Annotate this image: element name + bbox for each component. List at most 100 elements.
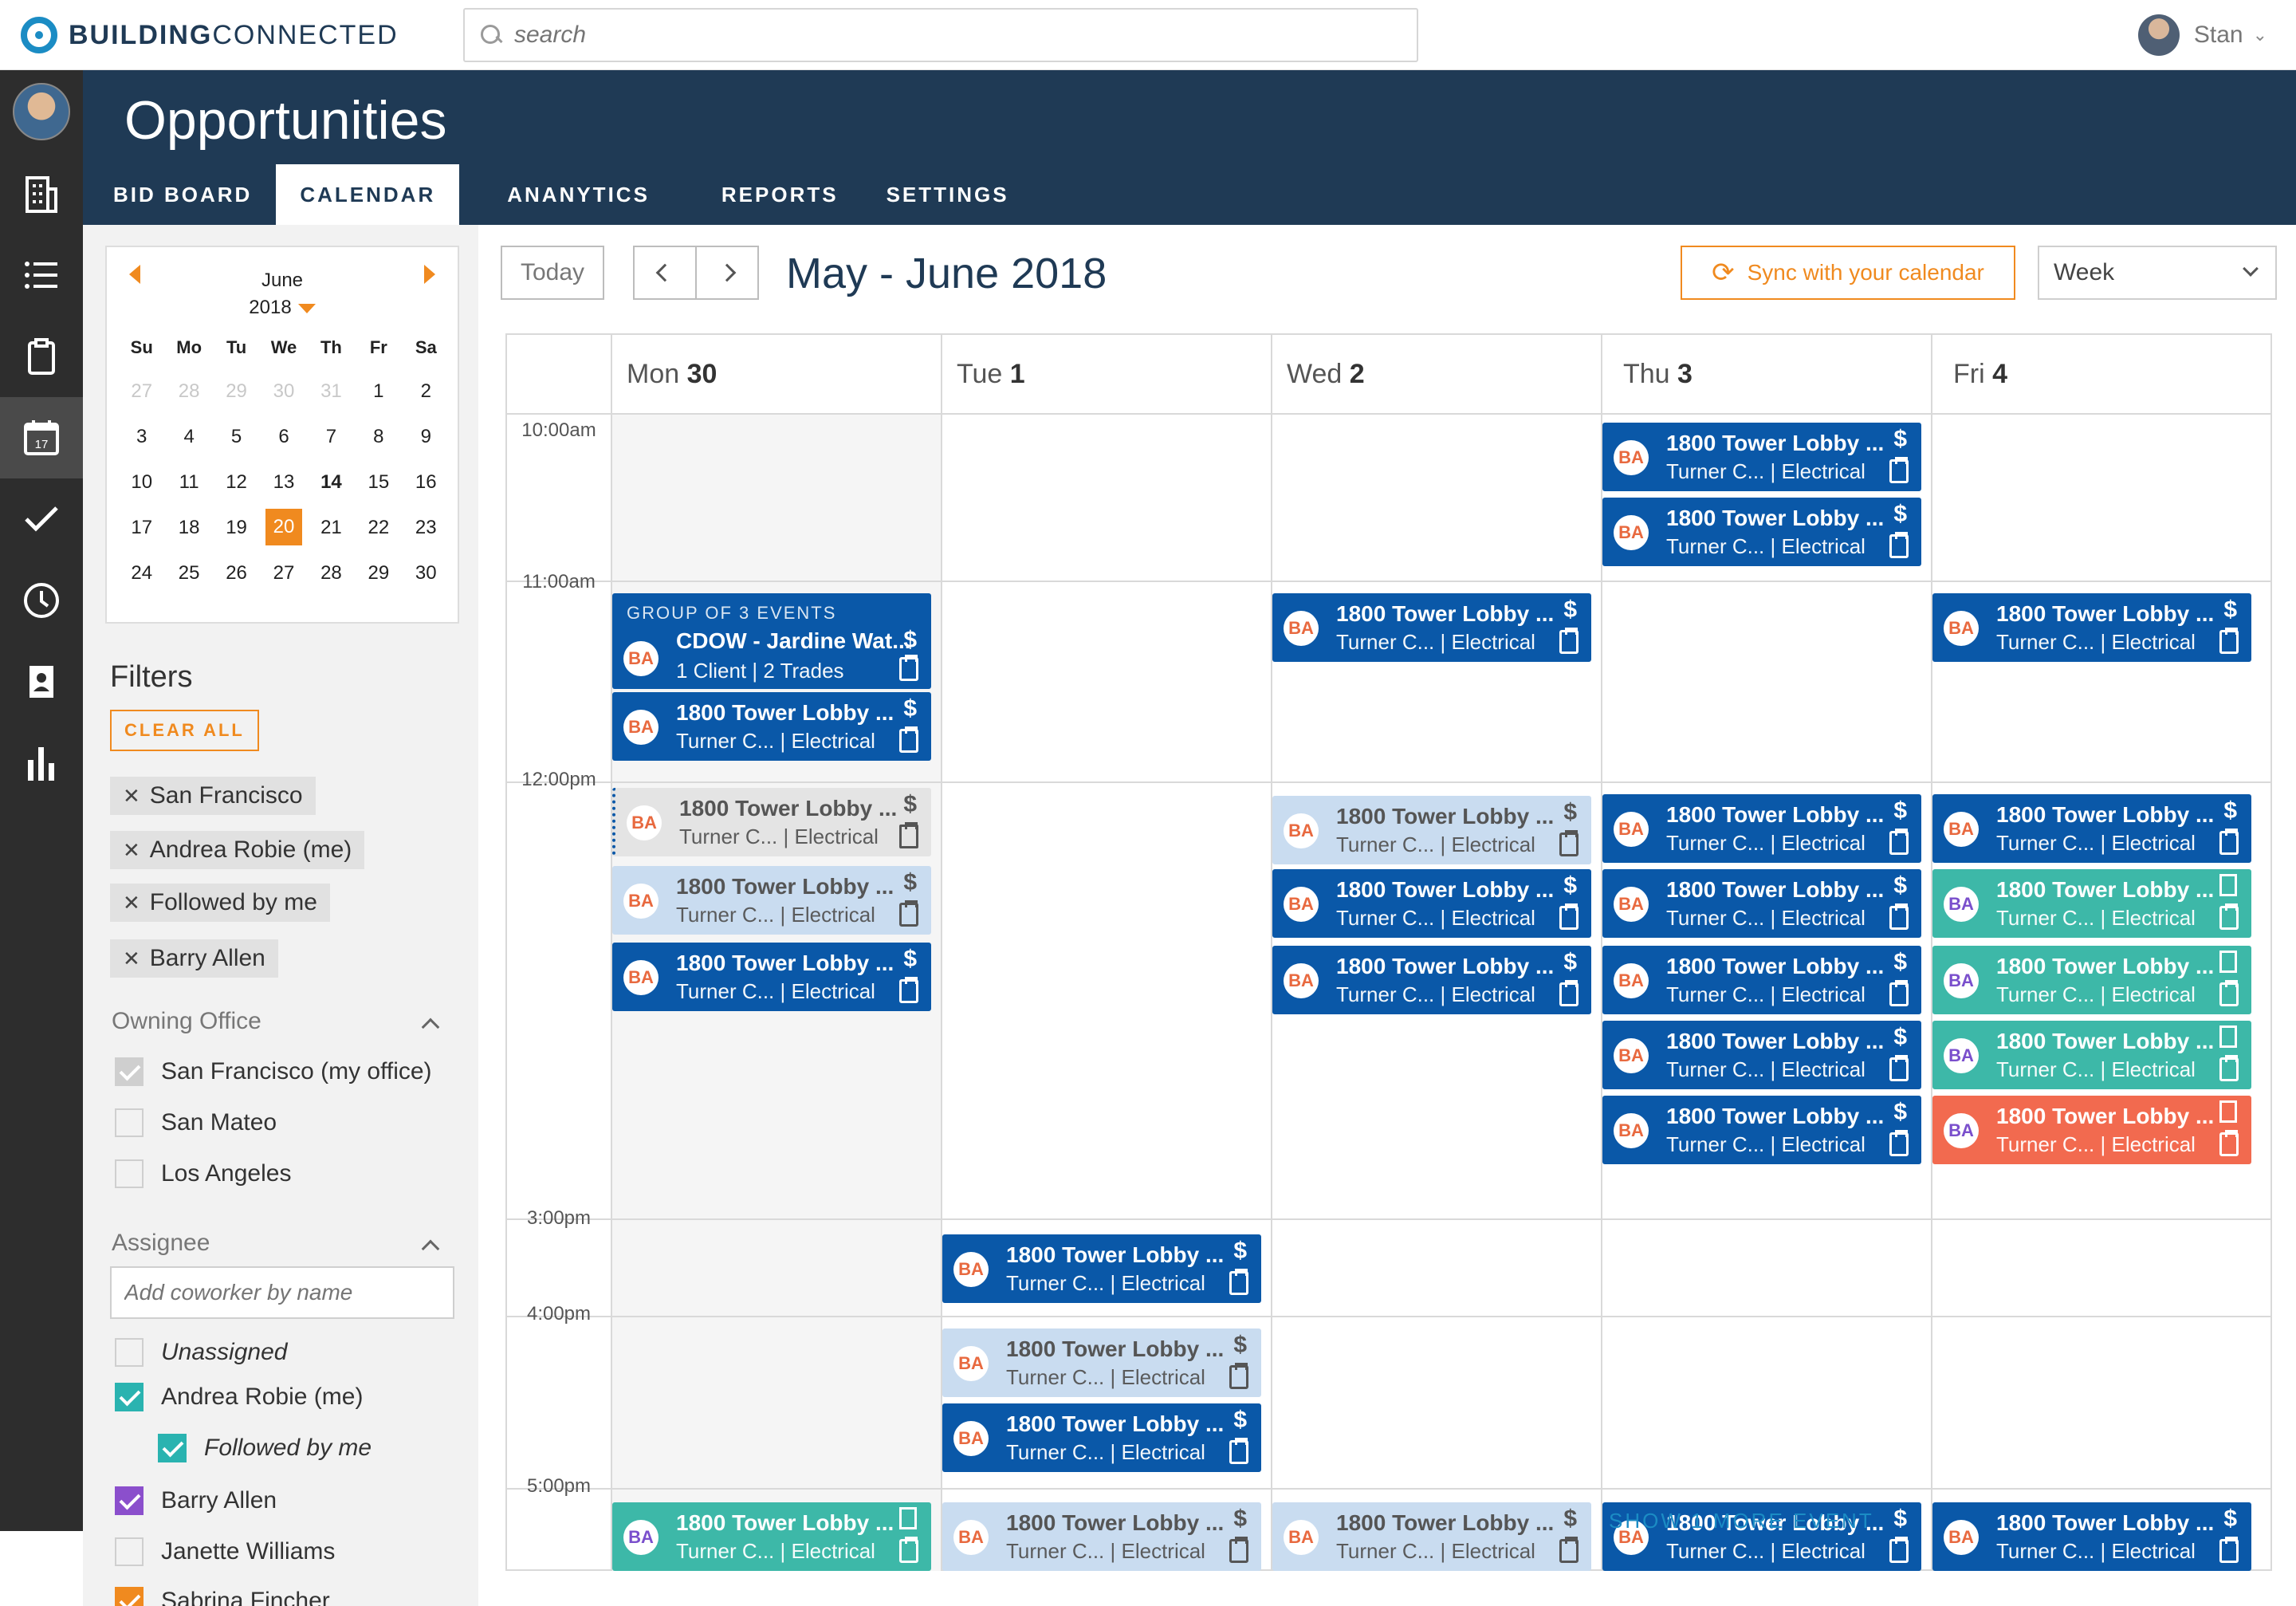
mini-calendar-day[interactable]: 15 — [355, 459, 402, 505]
checkbox[interactable] — [115, 1383, 144, 1411]
search-box[interactable] — [463, 8, 1418, 62]
owning-office-title[interactable]: Owning Office — [112, 1008, 261, 1035]
tab-calendar[interactable]: CALENDAR — [276, 164, 460, 225]
office-option[interactable]: San Mateo — [115, 1108, 277, 1137]
filter-chip[interactable]: ✕ San Francisco — [110, 777, 316, 815]
mini-calendar-day[interactable]: 17 — [118, 505, 165, 550]
nav-avatar[interactable] — [13, 83, 70, 140]
event-card[interactable]: BA 1800 Tower Lobby ... Turner C... | Elec… — [942, 1502, 1261, 1571]
event-card[interactable]: BA 1800 Tower Lobby ... Turner C... | Elec… — [1602, 946, 1921, 1014]
mini-calendar-day[interactable]: 3 — [118, 414, 165, 459]
filter-chip[interactable]: ✕ Followed by me — [110, 884, 330, 922]
assignee-option[interactable]: Janette Williams — [115, 1537, 335, 1566]
mini-calendar-day[interactable]: 1 — [355, 368, 402, 414]
mini-calendar-day[interactable]: 28 — [165, 368, 212, 414]
close-icon[interactable]: ✕ — [123, 947, 140, 970]
event-card[interactable]: BA 1800 Tower Lobby ... Turner C... | Elec… — [1272, 869, 1591, 938]
mini-calendar-day[interactable]: 6 — [260, 414, 307, 459]
show-more-link[interactable]: SHOW 1 MORE EVENT — [1609, 1509, 1874, 1533]
close-icon[interactable]: ✕ — [123, 838, 140, 862]
event-card[interactable]: BA 1800 Tower Lobby ... Turner C... | Elec… — [612, 692, 931, 761]
event-card[interactable]: BA 1800 Tower Lobby ... Turner C... | Elec… — [1932, 946, 2251, 1014]
building-icon[interactable] — [0, 153, 83, 234]
checkbox[interactable] — [115, 1159, 144, 1188]
add-coworker-input[interactable] — [110, 1266, 454, 1319]
sync-calendar-button[interactable]: ⟳ Sync with your calendar — [1681, 246, 2015, 300]
event-card[interactable]: BA 1800 Tower Lobby ... Turner C... | Elec… — [612, 866, 931, 935]
user-menu[interactable]: Stan ⌄ — [2137, 13, 2267, 57]
event-card[interactable]: BA 1800 Tower Lobby ... Turner C... | Elec… — [1932, 794, 2251, 863]
mini-calendar-day[interactable]: 13 — [260, 459, 307, 505]
tab-settings[interactable]: SETTINGS — [863, 164, 1033, 225]
event-card[interactable]: BA 1800 Tower Lobby ... Turner C... | Elec… — [1602, 869, 1921, 938]
mini-calendar-day[interactable]: 27 — [118, 368, 165, 414]
mini-calendar-day[interactable]: 29 — [355, 550, 402, 596]
mini-calendar-day[interactable]: 23 — [403, 505, 450, 550]
event-card[interactable]: BA 1800 Tower Lobby ... Turner C... | Elec… — [1932, 1096, 2251, 1164]
clock-icon[interactable] — [0, 560, 83, 641]
mini-calendar-day[interactable]: 25 — [165, 550, 212, 596]
checkbox[interactable] — [115, 1057, 144, 1086]
tab-analytics[interactable]: ANANYTICS — [459, 164, 674, 225]
assignee-title[interactable]: Assignee — [112, 1230, 210, 1257]
calendar-icon[interactable]: 17 — [0, 397, 83, 478]
mini-calendar-day[interactable]: 10 — [118, 459, 165, 505]
chevron-up-icon[interactable] — [421, 1239, 440, 1258]
mini-calendar-day[interactable]: 18 — [165, 505, 212, 550]
chart-icon[interactable] — [0, 722, 83, 804]
mini-calendar-day[interactable]: 31 — [308, 368, 355, 414]
assignee-option[interactable]: Unassigned — [115, 1338, 287, 1367]
event-card[interactable]: BA 1800 Tower Lobby ... Turner C... | Elec… — [1932, 1502, 2251, 1571]
logo[interactable]: BUILDINGCONNECTED — [21, 16, 399, 54]
mini-calendar-year[interactable]: 2018 — [107, 297, 458, 319]
assignee-option[interactable]: Andrea Robie (me) — [115, 1383, 363, 1411]
checkbox[interactable] — [115, 1486, 144, 1515]
next-week-button[interactable] — [695, 246, 759, 300]
contacts-icon[interactable] — [0, 641, 83, 722]
mini-calendar-day[interactable]: 22 — [355, 505, 402, 550]
assignee-option[interactable]: Sabrina Fincher — [115, 1587, 330, 1606]
event-card[interactable]: BA 1800 Tower Lobby ... Turner C... | Elec… — [612, 1502, 931, 1571]
checkbox[interactable] — [115, 1338, 144, 1367]
mini-calendar-day[interactable]: 20 — [260, 505, 307, 550]
checkbox[interactable] — [115, 1108, 144, 1137]
mini-calendar-day[interactable]: 19 — [213, 505, 260, 550]
list-icon[interactable] — [0, 234, 83, 316]
close-icon[interactable]: ✕ — [123, 784, 140, 808]
event-card[interactable]: BA 1800 Tower Lobby ... Turner C... | Elec… — [942, 1403, 1261, 1472]
event-card[interactable]: BA 1800 Tower Lobby ... Turner C... | Elec… — [1602, 794, 1921, 863]
mini-calendar-day[interactable]: 9 — [403, 414, 450, 459]
clipboard-icon[interactable] — [0, 316, 83, 397]
mini-calendar-day[interactable]: 16 — [403, 459, 450, 505]
event-card[interactable]: BA 1800 Tower Lobby ... Turner C... | Elec… — [942, 1234, 1261, 1303]
office-option[interactable]: San Francisco (my office) — [115, 1057, 432, 1086]
event-card[interactable]: BA 1800 Tower Lobby ... Turner C... | Elec… — [1272, 1502, 1591, 1571]
mini-calendar-day[interactable]: 30 — [260, 368, 307, 414]
event-card[interactable]: BA 1800 Tower Lobby ... Turner C... | Elec… — [1272, 796, 1591, 864]
event-card[interactable]: BA 1800 Tower Lobby ... Turner C... | Elec… — [1272, 946, 1591, 1014]
mini-calendar-day[interactable]: 7 — [308, 414, 355, 459]
checkbox[interactable] — [158, 1434, 187, 1462]
prev-week-button[interactable] — [633, 246, 697, 300]
clear-all-button[interactable]: CLEAR ALL — [110, 710, 259, 751]
filter-chip[interactable]: ✕ Barry Allen — [110, 939, 278, 978]
filter-chip[interactable]: ✕ Andrea Robie (me) — [110, 831, 365, 869]
check-icon[interactable] — [0, 478, 83, 560]
mini-calendar-day[interactable]: 14 — [308, 459, 355, 505]
event-card[interactable]: BA 1800 Tower Lobby ... Turner C... | Elec… — [942, 1328, 1261, 1397]
event-card[interactable]: BA 1800 Tower Lobby ... Turner C... | Elec… — [1602, 498, 1921, 566]
close-icon[interactable]: ✕ — [123, 891, 140, 915]
search-input[interactable] — [514, 22, 1391, 49]
today-button[interactable]: Today — [501, 246, 604, 300]
checkbox[interactable] — [115, 1587, 144, 1606]
assignee-option[interactable]: Followed by me — [158, 1434, 372, 1462]
mini-calendar-day[interactable]: 5 — [213, 414, 260, 459]
event-card[interactable]: BA 1800 Tower Lobby ... Turner C... | Elec… — [1932, 869, 2251, 938]
mini-calendar-day[interactable]: 28 — [308, 550, 355, 596]
mini-calendar-day[interactable]: 29 — [213, 368, 260, 414]
mini-calendar-day[interactable]: 2 — [403, 368, 450, 414]
tab-bid-board[interactable]: BID BOARD — [83, 164, 276, 225]
selected-day[interactable]: 20 — [265, 509, 302, 545]
view-select[interactable]: Week — [2038, 246, 2277, 300]
office-option[interactable]: Los Angeles — [115, 1159, 291, 1188]
